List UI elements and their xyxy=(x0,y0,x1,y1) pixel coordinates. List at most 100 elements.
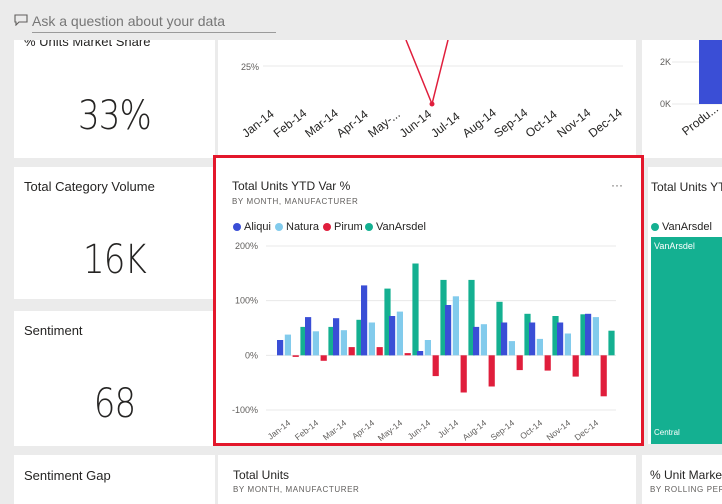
bar-pirum-aug-14[interactable] xyxy=(488,355,495,387)
tile-right-top[interactable]: 2K 0K Produ... xyxy=(642,40,722,158)
tile-subtitle: BY ROLLING PER xyxy=(650,485,722,494)
y-tick-label: 200% xyxy=(235,241,258,251)
x-tick-label: Mar-14 xyxy=(321,418,349,443)
bar-pirum-nov-14[interactable] xyxy=(572,355,579,377)
chat-icon xyxy=(14,14,28,26)
bar-natura-aug-14[interactable] xyxy=(480,324,487,356)
bar-aliqui-aug-14[interactable] xyxy=(473,326,480,356)
kpi-value: 68 xyxy=(93,381,136,427)
y-tick-label: 100% xyxy=(235,296,258,306)
qa-bar xyxy=(0,0,722,40)
tile-title: Total Units YT xyxy=(651,180,722,194)
bar-natura-feb-14[interactable] xyxy=(312,331,319,356)
column-bar xyxy=(699,40,722,104)
tile-subtitle: BY MONTH, MANUFACTURER xyxy=(233,485,360,494)
bar-pirum-oct-14[interactable] xyxy=(544,355,551,371)
bar-pirum-jun-14[interactable] xyxy=(432,355,439,377)
x-tick-label: Apr-14 xyxy=(334,107,371,140)
bar-vanarsdel-dec-14[interactable] xyxy=(608,330,615,356)
y-tick: 0K xyxy=(660,99,671,109)
bar-natura-mar-14[interactable] xyxy=(340,330,347,356)
bar-pirum-sep-14[interactable] xyxy=(516,355,523,371)
bar-aliqui-may-14[interactable] xyxy=(389,316,396,356)
bar-natura-apr-14[interactable] xyxy=(368,322,375,356)
x-axis-ticks: Jan-14Feb-14Mar-14Apr-14May-...Jun-14Jul… xyxy=(239,105,625,140)
x-tick-label: Jul-14 xyxy=(436,418,461,440)
y-tick: 2K xyxy=(660,57,671,67)
bar-pirum-may-14[interactable] xyxy=(404,353,411,356)
tile-title: % Unit Marke xyxy=(650,468,722,482)
x-tick-label: Jun-14 xyxy=(406,418,433,442)
bar-pirum-dec-14[interactable] xyxy=(600,355,607,397)
tile-total-units[interactable]: Total Units BY MONTH, MANUFACTURER xyxy=(218,455,636,504)
bar-natura-sep-14[interactable] xyxy=(508,341,515,356)
bar-pirum-apr-14[interactable] xyxy=(376,347,383,356)
x-tick-label: Apr-14 xyxy=(350,418,376,442)
legend-item-vanarsdel[interactable]: VanArsdel xyxy=(651,221,712,233)
x-tick-label: Nov-14 xyxy=(544,418,572,443)
bar-natura-dec-14[interactable] xyxy=(592,317,599,356)
x-tick-label: Nov-14 xyxy=(554,105,593,140)
x-tick-label: Jul-14 xyxy=(428,109,463,140)
bar-aliqui-jan-14[interactable] xyxy=(277,340,284,356)
bar-natura-nov-14[interactable] xyxy=(564,333,571,356)
bar-vanarsdel-may-14[interactable] xyxy=(412,263,419,356)
x-tick-label: Sep-14 xyxy=(488,418,516,443)
treemap-bottom-label: Central xyxy=(654,428,680,437)
x-tick-label: Feb-14 xyxy=(293,418,321,443)
bar-chart-svg: 200% 100% 0% -100% Jan-14 Feb-14 Mar-14 Apr-14 M… xyxy=(232,241,616,443)
bar-aliqui-jun-14[interactable] xyxy=(417,351,424,356)
x-tick-label: Aug-14 xyxy=(460,105,499,140)
bar-natura-jan-14[interactable] xyxy=(284,334,291,356)
x-tick-label: Mar-14 xyxy=(302,106,341,141)
x-tick-label: Jun-14 xyxy=(397,107,435,141)
tile-sentiment-gap[interactable]: Sentiment Gap xyxy=(14,455,215,504)
tile-title: Total Category Volume xyxy=(24,179,155,194)
line-point xyxy=(429,101,435,107)
x-tick-label: Feb-14 xyxy=(271,106,310,141)
bar-aliqui-feb-14[interactable] xyxy=(305,317,312,356)
tile-right-middle[interactable]: Total Units YT VanArsdel VanArsdel Centr… xyxy=(648,167,722,444)
tile-ytd-var[interactable]: Total Units YTD Var % BY MONTH, MANUFACT… xyxy=(216,158,641,443)
tile-title: % Units Market Share xyxy=(24,40,151,49)
line-series xyxy=(405,40,449,107)
bar-aliqui-apr-14[interactable] xyxy=(361,285,368,356)
qa-input[interactable] xyxy=(32,10,276,33)
bar-aliqui-sep-14[interactable] xyxy=(501,322,508,356)
bar-natura-oct-14[interactable] xyxy=(536,338,543,356)
bar-aliqui-nov-14[interactable] xyxy=(557,322,564,356)
x-tick-label: Oct-14 xyxy=(523,107,560,140)
line-chart-svg: 25% Jan-14Feb-14Mar-14Apr-14May-...Jun-1… xyxy=(239,40,625,140)
tile-title: Sentiment Gap xyxy=(24,468,111,483)
y-tick-label: 0% xyxy=(245,350,258,360)
x-tick-label: May-... xyxy=(365,107,403,141)
x-tick-label: Dec-14 xyxy=(572,418,600,443)
x-tick-label: May-14 xyxy=(376,418,405,443)
treemap-block-vanarsdel[interactable]: VanArsdel Central xyxy=(651,237,722,444)
bar-aliqui-mar-14[interactable] xyxy=(333,318,340,356)
tile-title: Total Units xyxy=(233,468,290,482)
bar-pirum-mar-14[interactable] xyxy=(348,347,355,356)
bar-natura-jun-14[interactable] xyxy=(424,340,431,356)
tile-market-share[interactable]: % Units Market Share 33% xyxy=(14,40,215,158)
tile-sentiment[interactable]: Sentiment 68 xyxy=(14,311,215,446)
tile-unit-market[interactable]: % Unit Marke BY ROLLING PER xyxy=(642,455,722,504)
bar-pirum-jan-14[interactable] xyxy=(292,355,299,357)
bar-pirum-jul-14[interactable] xyxy=(460,355,467,393)
tile-line-chart[interactable]: 25% Jan-14 Feb-14 Mar-14 Apr-14 May-... Jun-1… xyxy=(218,40,636,158)
x-tick-label: Sep-14 xyxy=(491,105,530,140)
bar-aliqui-jul-14[interactable] xyxy=(445,305,452,356)
y-tick-label: -100% xyxy=(232,405,258,415)
bar-natura-may-14[interactable] xyxy=(396,311,403,356)
tile-title: Sentiment xyxy=(24,323,83,338)
bar-aliqui-dec-14[interactable] xyxy=(585,313,592,356)
treemap-label: VanArsdel xyxy=(654,241,695,251)
bar-natura-jul-14[interactable] xyxy=(452,296,459,356)
column-chart-svg: 2K 0K Produ... xyxy=(660,40,722,138)
bar-aliqui-oct-14[interactable] xyxy=(529,322,536,356)
tile-category-volume[interactable]: Total Category Volume 16K xyxy=(14,167,215,299)
bar-pirum-feb-14[interactable] xyxy=(320,355,327,361)
legend-label: VanArsdel xyxy=(662,221,712,233)
x-label: Produ... xyxy=(679,101,721,138)
x-tick-label: Jan-14 xyxy=(266,418,293,442)
